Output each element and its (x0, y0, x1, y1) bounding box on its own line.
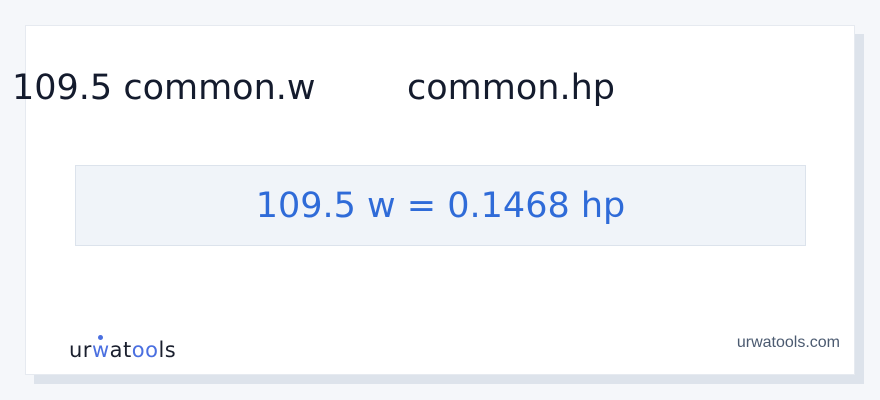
logo-text-accent2: oo (131, 338, 159, 362)
urwatools-logo[interactable]: urw atools (69, 335, 177, 363)
to-unit-label: common.hp (407, 68, 615, 108)
logo-text-mid: at (109, 338, 132, 362)
logo-text-prefix: ur (69, 338, 92, 362)
result-box: 109.5 w = 0.1468 hp (75, 165, 806, 246)
from-unit-label: 109.5 common.w (12, 68, 316, 108)
logo-text-accent: w (92, 335, 110, 362)
conversion-result: 109.5 w = 0.1468 hp (255, 185, 626, 226)
logo-text-suffix: ls (158, 338, 177, 362)
site-url-link[interactable]: urwatools.com (737, 334, 840, 352)
